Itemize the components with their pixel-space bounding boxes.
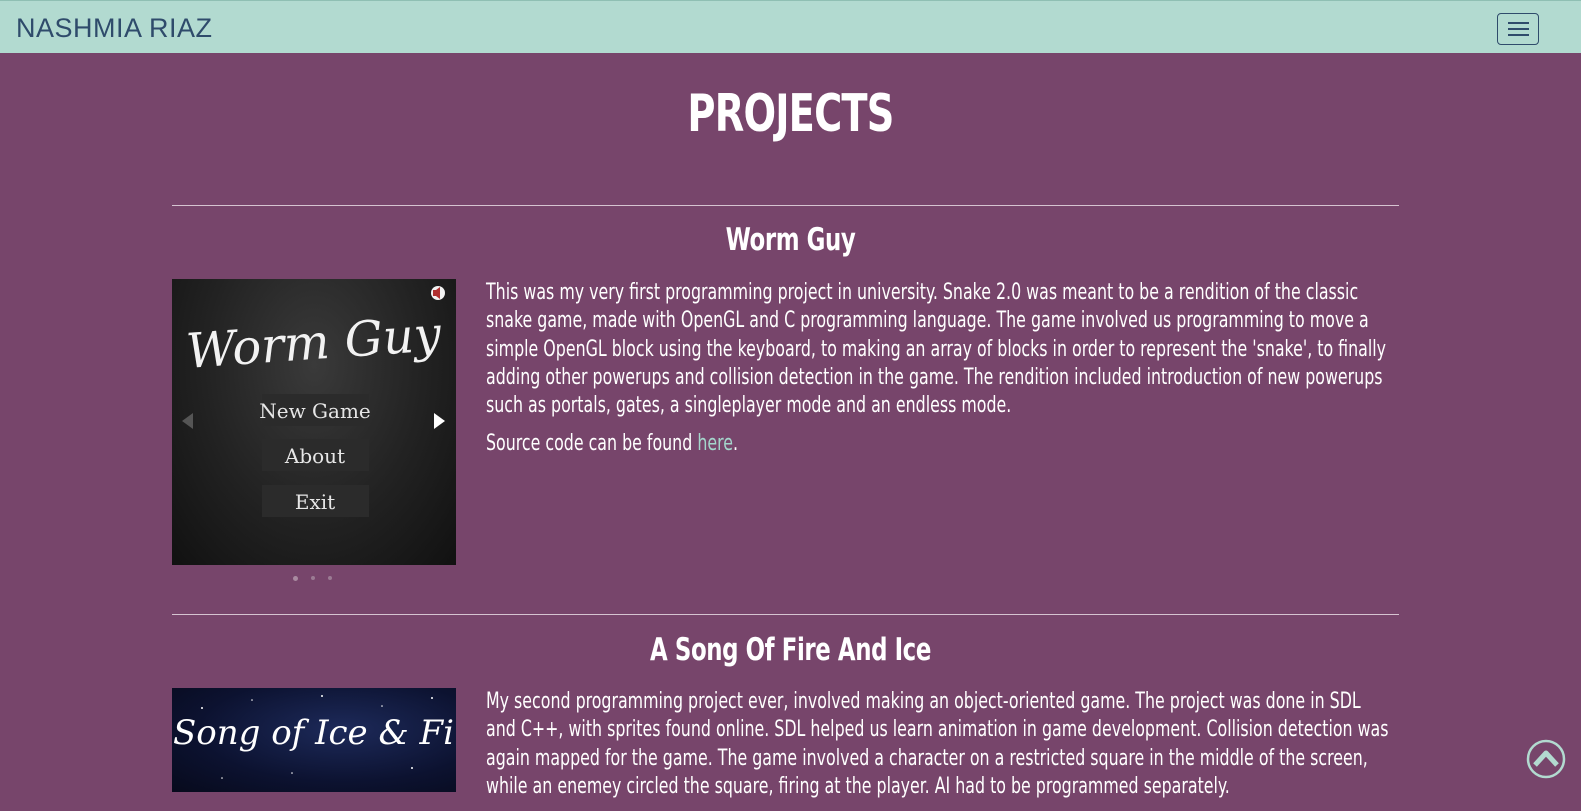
navbar: NASHMIA RIAZ [0, 0, 1581, 53]
menu-exit: Exit [295, 490, 335, 514]
source-code-link[interactable]: here [697, 431, 733, 456]
game-title-text: Worm Guy [184, 306, 443, 380]
project-description: My second programming project ever, invo… [486, 688, 1390, 811]
carousel-slide: Worm Guy New Game About Exit [184, 286, 445, 517]
project-carousel[interactable]: Worm Guy New Game About Exit [172, 279, 456, 565]
divider [172, 614, 1399, 615]
carousel-dot[interactable] [293, 576, 298, 581]
scroll-to-top-icon[interactable] [1526, 739, 1566, 779]
menu-about: About [284, 444, 345, 468]
divider [172, 205, 1399, 206]
description-text: This was my very first programming proje… [486, 280, 1387, 419]
menu-new-game: New Game [259, 399, 371, 423]
source-code-line: Source code can be found here. [486, 431, 738, 457]
previous-arrow-icon[interactable] [182, 413, 193, 429]
brand-link[interactable]: NASHMIA RIAZ [16, 13, 213, 44]
game-title-text: A Song of Ice & Fire [172, 713, 456, 753]
carousel-dot[interactable] [328, 576, 332, 580]
mute-icon [431, 286, 445, 300]
page-title: PROJECTS [687, 84, 894, 144]
next-arrow-icon[interactable] [434, 413, 445, 429]
project-title: Worm Guy [725, 222, 856, 258]
description-text: My second programming project ever, invo… [486, 689, 1389, 799]
hamburger-menu-icon[interactable] [1497, 13, 1539, 45]
project-title: A Song Of Fire And Ice [650, 632, 931, 668]
project-image: A Song of Ice & Fire [172, 688, 456, 792]
carousel-dot[interactable] [311, 576, 315, 580]
project-description: This was my very first programming proje… [486, 279, 1390, 469]
project-image-art: A Song of Ice & Fire [172, 695, 456, 779]
